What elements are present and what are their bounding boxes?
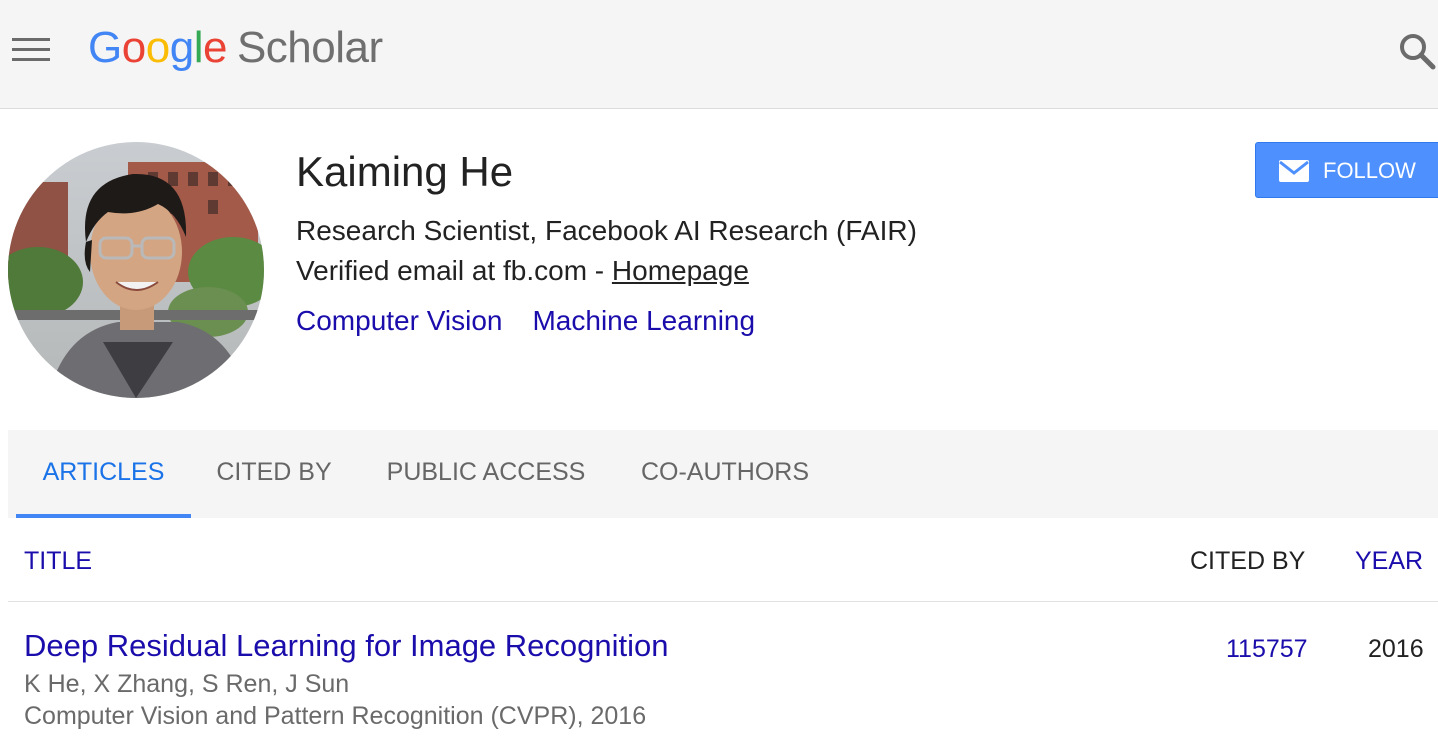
- logo-scholar-text: Scholar: [236, 23, 383, 72]
- logo-letter: G: [88, 23, 122, 72]
- tab-co-authors[interactable]: CO-AUTHORS: [630, 430, 820, 518]
- hamburger-menu-icon[interactable]: [12, 38, 50, 64]
- research-interests: Computer Vision Machine Learning: [296, 301, 785, 341]
- logo-letter: l: [193, 23, 204, 72]
- logo-letter: g: [169, 23, 194, 72]
- profile-photo: [8, 142, 264, 398]
- table-divider: [8, 601, 1438, 602]
- logo-letter: e: [202, 23, 227, 72]
- profile-affiliation: Research Scientist, Facebook AI Research…: [296, 215, 917, 246]
- year-column-header[interactable]: YEAR: [1355, 544, 1423, 578]
- title-column-header[interactable]: TITLE: [24, 544, 92, 578]
- logo-letter: o: [121, 23, 146, 72]
- menu-line: [12, 58, 50, 61]
- article-venue: Computer Vision and Pattern Recognition …: [24, 702, 647, 730]
- article-authors: K He, X Zhang, S Ren, J Sun: [24, 670, 350, 698]
- profile-name: Kaiming He: [296, 148, 514, 195]
- homepage-link[interactable]: Homepage: [612, 255, 749, 286]
- interest-computer-vision-link[interactable]: Computer Vision: [296, 305, 502, 336]
- top-bar: Google Scholar: [0, 0, 1438, 109]
- google-scholar-logo[interactable]: Google Scholar: [88, 22, 383, 74]
- interest-machine-learning-link[interactable]: Machine Learning: [532, 305, 755, 336]
- tab-public-access[interactable]: PUBLIC ACCESS: [374, 430, 598, 518]
- menu-line: [12, 48, 50, 51]
- profile-email-line: Verified email at fb.com - Homepage: [296, 251, 749, 291]
- menu-line: [12, 38, 50, 41]
- article-year: 2016: [1368, 635, 1424, 663]
- cited-by-column-header: CITED BY: [1190, 547, 1306, 575]
- logo-letter: o: [145, 23, 170, 72]
- verified-email-text: Verified email at fb.com -: [296, 255, 612, 286]
- search-icon[interactable]: [1398, 32, 1436, 70]
- article-title-link[interactable]: Deep Residual Learning for Image Recogni…: [24, 626, 669, 666]
- profile-tabs: ARTICLES CITED BY PUBLIC ACCESS CO-AUTHO…: [8, 430, 1438, 518]
- tab-articles[interactable]: ARTICLES: [16, 430, 191, 518]
- follow-button[interactable]: FOLLOW: [1255, 142, 1438, 198]
- follow-button-label: FOLLOW: [1323, 158, 1416, 183]
- mail-icon: [1278, 159, 1310, 183]
- tab-cited-by[interactable]: CITED BY: [206, 430, 342, 518]
- article-cited-by-link[interactable]: 115757: [1226, 632, 1308, 666]
